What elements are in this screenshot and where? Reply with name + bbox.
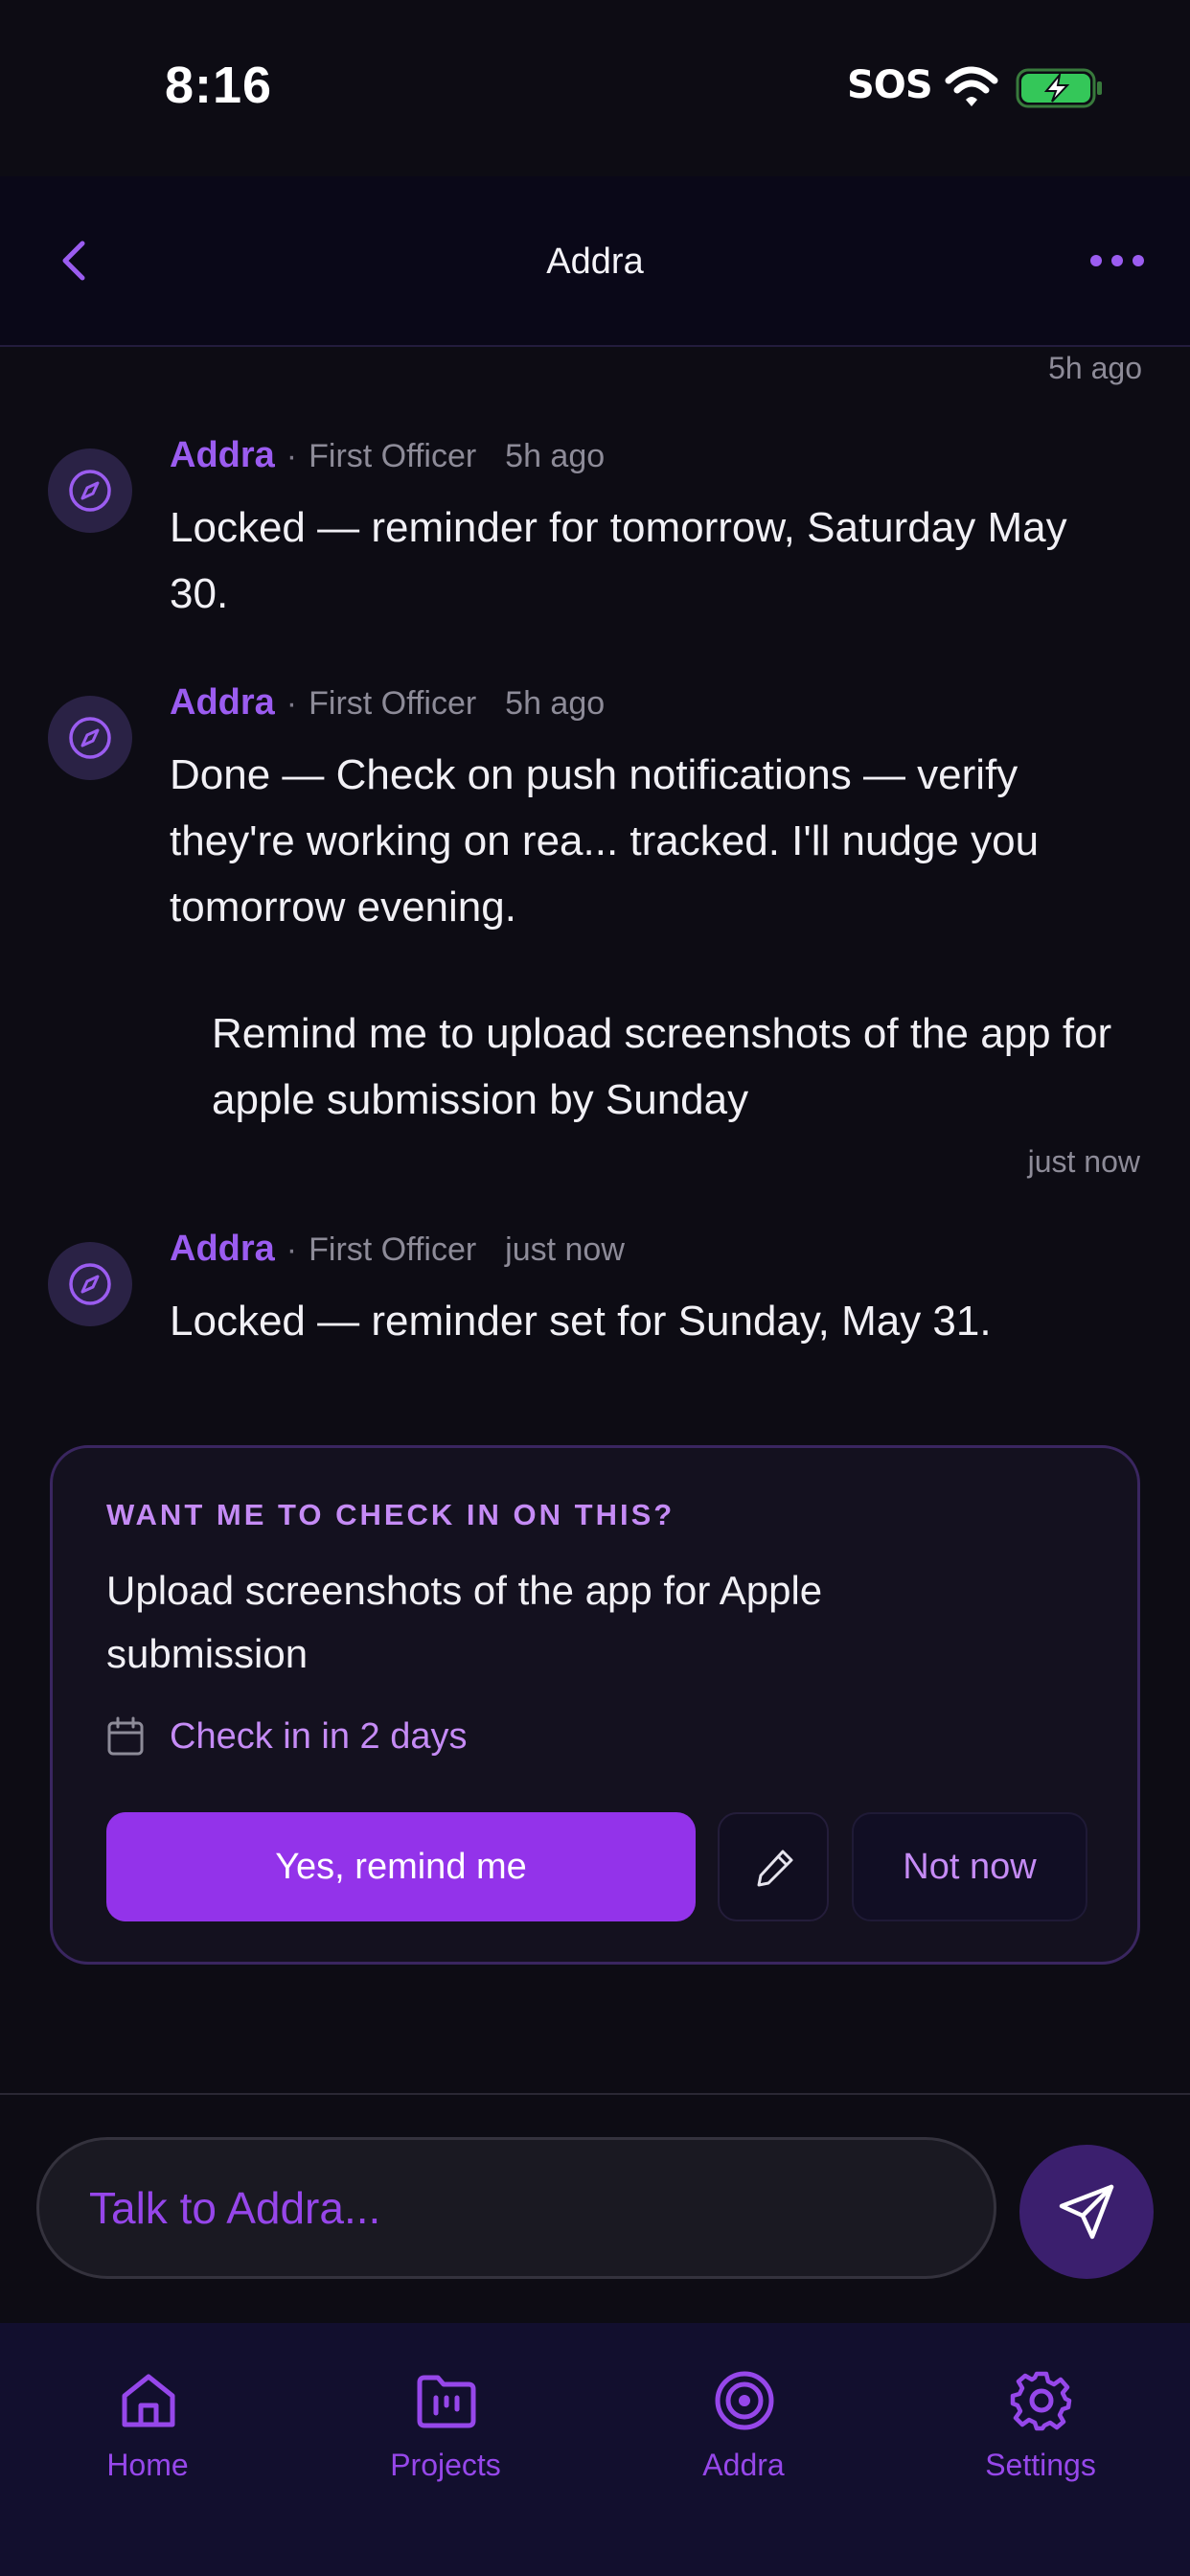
message-meta: Addra · First Officer just now	[170, 1229, 625, 1270]
status-time: 8:16	[165, 57, 273, 114]
home-icon	[122, 2374, 175, 2427]
assistant-message: Addra · First Officer just now Locked — rem…	[0, 1229, 1190, 1363]
sender-role: First Officer	[309, 685, 477, 722]
avatar	[48, 448, 132, 533]
card-eyebrow: WANT ME TO CHECK IN ON THIS?	[106, 1498, 675, 1531]
status-bar: 8:16 SOS	[0, 0, 1190, 176]
assistant-message: Addra · First Officer 5h ago Locked — remin…	[0, 435, 1190, 627]
message-timestamp: 5h ago	[1048, 351, 1142, 385]
message-time: 5h ago	[505, 438, 606, 474]
meta-separator: ·	[286, 1231, 298, 1268]
message-text: Done — Check on push notifications — ver…	[170, 751, 1040, 931]
message-time: 5h ago	[505, 685, 606, 722]
avatar	[48, 1242, 132, 1326]
sender-name: Addra	[170, 682, 275, 723]
sender-name: Addra	[170, 1229, 275, 1269]
message-meta: Addra · First Officer 5h ago	[170, 435, 605, 476]
checkin-schedule[interactable]: Check in in 2 days	[170, 1716, 468, 1758]
compass-icon	[69, 470, 111, 512]
wifi-icon	[945, 66, 998, 106]
projects-icon	[417, 2375, 476, 2428]
compass-icon	[69, 717, 111, 759]
tab-label: Settings	[985, 2448, 1096, 2482]
avatar	[48, 696, 132, 780]
composer	[0, 2093, 1190, 2323]
meta-separator: ·	[286, 685, 298, 722]
chat-header: Addra	[0, 176, 1190, 347]
user-message-time: just now	[1027, 1144, 1140, 1179]
calendar-icon	[107, 1716, 144, 1756]
more-options-button[interactable]	[1088, 243, 1146, 278]
sender-name: Addra	[170, 435, 275, 475]
tab-home[interactable]: Home	[33, 2348, 263, 2482]
tab-projects[interactable]: Projects	[331, 2348, 561, 2482]
message-input[interactable]	[36, 2137, 996, 2279]
send-icon	[1059, 2184, 1114, 2240]
compass-icon	[69, 1263, 111, 1305]
tab-addra[interactable]: Addra	[629, 2348, 858, 2482]
battery-charging-icon	[1016, 68, 1102, 108]
pencil-icon	[757, 1850, 793, 1887]
message-text: Locked — reminder for tomorrow, Saturday…	[170, 504, 1067, 617]
sender-role: First Officer	[309, 1231, 477, 1268]
message-text: Locked — reminder set for Sunday, May 31…	[170, 1298, 992, 1345]
header-title: Addra	[546, 242, 644, 282]
status-carrier: SOS	[847, 63, 933, 107]
message-meta: Addra · First Officer 5h ago	[170, 682, 605, 724]
user-message-text: Remind me to upload screenshots of the a…	[212, 1010, 1112, 1123]
checkin-card: WANT ME TO CHECK IN ON THIS? Upload scre…	[50, 1445, 1140, 1965]
tab-label: Home	[106, 2448, 189, 2482]
send-button[interactable]	[1019, 2145, 1154, 2279]
tab-label: Addra	[702, 2448, 785, 2482]
sender-role: First Officer	[309, 438, 477, 474]
tab-bar: Home Projects Addra Settings	[0, 2323, 1190, 2576]
gear-icon	[1010, 2371, 1072, 2431]
yes-remind-button[interactable]: Yes, remind me	[106, 1812, 696, 1921]
meta-separator: ·	[286, 438, 298, 474]
message-time: just now	[505, 1231, 625, 1268]
not-now-button[interactable]: Not now	[852, 1812, 1087, 1921]
assistant-message: Addra · First Officer 5h ago Done — Check o…	[0, 682, 1190, 932]
tab-label: Projects	[390, 2448, 501, 2482]
card-task-text: Upload screenshots of the app for Apple …	[106, 1568, 823, 1676]
tab-settings[interactable]: Settings	[926, 2348, 1156, 2482]
target-icon	[715, 2371, 774, 2430]
edit-button[interactable]	[718, 1812, 829, 1921]
